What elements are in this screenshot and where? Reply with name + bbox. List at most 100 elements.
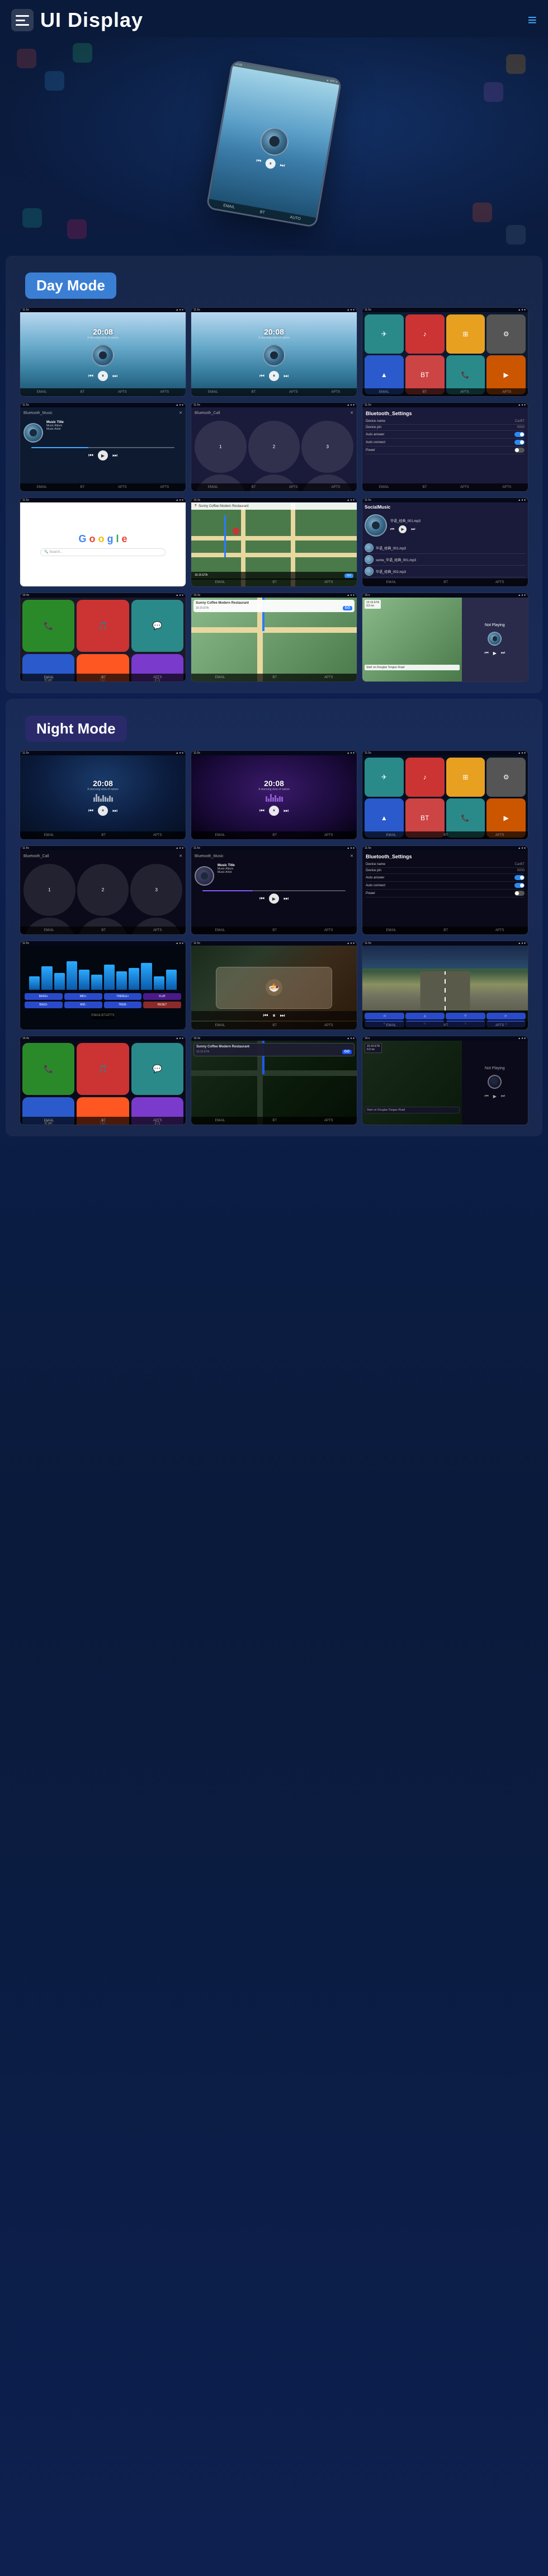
google-search-bar[interactable]: 🔍 Search... xyxy=(40,548,166,556)
lm-next[interactable]: ⏭ xyxy=(411,527,415,532)
power-toggle[interactable] xyxy=(514,448,525,453)
bt-play-btn[interactable]: ▶ xyxy=(98,450,108,460)
video-controls-bar[interactable]: ⏮ ⏸ ⏭ xyxy=(191,1011,357,1021)
night-auto-answer-toggle[interactable] xyxy=(514,875,525,880)
eq-btn-3[interactable]: TREBLE+ xyxy=(104,993,142,1000)
tablet-play-btn[interactable]: ⏸ xyxy=(264,158,276,170)
music-next-1[interactable]: ⏭ xyxy=(112,373,117,379)
app-photos[interactable]: ⊞ xyxy=(446,314,485,354)
road-ctrl-2[interactable]: △ xyxy=(405,1013,445,1019)
bt-music-controls[interactable]: ⏮ ▶ ⏭ xyxy=(23,450,182,460)
np-next[interactable]: ⏭ xyxy=(501,650,505,656)
lm-item-1[interactable]: 华语_经典_001.mp3 xyxy=(365,542,526,554)
lm-controls[interactable]: ⏮ ▶ ⏭ xyxy=(390,525,421,533)
night-np-next[interactable]: ⏭ xyxy=(501,1093,505,1099)
night-bt-play[interactable]: ▶ xyxy=(269,894,279,904)
night-dialpad[interactable]: 1 2 3 4 5 6 7 8 9 * 0 # xyxy=(23,864,182,934)
menu-button[interactable] xyxy=(11,9,34,31)
night-dial-3[interactable]: 3 xyxy=(130,864,182,916)
music-prev-2[interactable]: ⏮ xyxy=(259,373,264,379)
app-music[interactable]: ♪ xyxy=(405,314,445,354)
status-bar-cp2: 16:3x ▲ ● ● xyxy=(191,593,357,598)
eq-btn-6[interactable]: MID- xyxy=(64,1002,102,1008)
night-go-btn[interactable]: GO xyxy=(342,1050,352,1054)
night-dial-2[interactable]: 2 xyxy=(77,864,129,916)
nav-icon[interactable]: ≡ xyxy=(528,11,537,29)
tab-bt[interactable]: BT xyxy=(259,210,265,215)
app-telegram[interactable]: ✈ xyxy=(365,314,404,354)
music-prev-1[interactable]: ⏮ xyxy=(88,373,93,379)
night-app-3[interactable]: ⊞ xyxy=(446,758,485,797)
cp-app-phone[interactable]: 📞 xyxy=(22,600,74,652)
eq-btn-7[interactable]: TREB- xyxy=(104,1002,142,1008)
lm-item-3[interactable]: 华语_经典_002.mp3 xyxy=(365,566,526,577)
road-ctrl-4[interactable]: ▷ xyxy=(486,1013,526,1019)
road-ctrl-1[interactable]: ◁ xyxy=(365,1013,404,1019)
dial-2[interactable]: 2 xyxy=(248,421,300,473)
tablet-prev-btn[interactable]: ⏮ xyxy=(256,158,262,164)
video-prev[interactable]: ⏮ xyxy=(263,1013,268,1019)
music-play-1[interactable]: ⏸ xyxy=(98,371,108,381)
auto-answer-toggle[interactable] xyxy=(514,432,525,437)
app-settings[interactable]: ⚙ xyxy=(486,314,526,354)
np-play[interactable]: ▶ xyxy=(493,651,497,656)
night-bt-progress[interactable] xyxy=(202,890,346,891)
night-bt-next[interactable]: ⏭ xyxy=(284,896,289,902)
night-power-toggle[interactable] xyxy=(514,891,525,896)
music-next-2[interactable]: ⏭ xyxy=(284,373,289,379)
lm-item-2[interactable]: some_华语_经典_001.mp3 xyxy=(365,554,526,566)
eq-btn-4[interactable]: FLAT xyxy=(143,993,181,1000)
night-np-prev[interactable]: ⏮ xyxy=(485,1093,489,1099)
music-controls-1[interactable]: ⏮ ⏸ ⏭ xyxy=(88,371,117,381)
night-play-1[interactable]: ⏸ xyxy=(98,806,108,816)
night-auto-connect-toggle[interactable] xyxy=(514,883,525,888)
bt-music-progress[interactable] xyxy=(31,447,174,448)
np-controls[interactable]: ⏮ ▶ ⏭ xyxy=(485,650,506,656)
night-cp-music[interactable]: 🎵 xyxy=(77,1043,129,1095)
night-app-2[interactable]: ♪ xyxy=(405,758,445,797)
night-np-play[interactable]: ▶ xyxy=(493,1094,497,1099)
eq-btn-5[interactable]: BASS- xyxy=(25,1002,63,1008)
go-button[interactable]: GO xyxy=(343,606,352,610)
night-dial-1[interactable]: 1 xyxy=(23,864,75,916)
cp-app-messages[interactable]: 💬 xyxy=(131,600,183,652)
tab-auto[interactable]: AUTO xyxy=(290,215,301,221)
night-cp-phone[interactable]: 📞 xyxy=(22,1043,74,1095)
tab-email[interactable]: EMAIL xyxy=(223,204,235,210)
dialpad-grid[interactable]: 1 2 3 4 5 6 7 8 9 * 0 # xyxy=(195,421,353,491)
night-bt-prev[interactable]: ⏮ xyxy=(259,896,264,902)
road-ctrl-3[interactable]: ▽ xyxy=(446,1013,485,1019)
night-cp-messages[interactable]: 💬 xyxy=(131,1043,183,1095)
night-app-1[interactable]: ✈ xyxy=(365,758,404,797)
night-prev-2[interactable]: ⏮ xyxy=(259,808,264,814)
lm-play[interactable]: ▶ xyxy=(399,525,407,533)
bt-next-btn[interactable]: ⏭ xyxy=(112,453,117,459)
video-next[interactable]: ⏭ xyxy=(280,1013,285,1019)
lm-prev[interactable]: ⏮ xyxy=(390,527,394,532)
dial-1[interactable]: 1 xyxy=(195,421,247,473)
eq-btn-8[interactable]: RESET xyxy=(143,1002,181,1008)
auto-connect-toggle[interactable] xyxy=(514,440,525,445)
night-bt-controls[interactable]: ⏮ ▶ ⏭ xyxy=(195,894,353,904)
music-play-2[interactable]: ⏸ xyxy=(269,371,279,381)
eq-btn-1[interactable]: BASS+ xyxy=(25,993,63,1000)
night-next-1[interactable]: ⏭ xyxy=(112,808,117,814)
cp-app-music[interactable]: 🎵 xyxy=(77,600,129,652)
night-play-2[interactable]: ⏸ xyxy=(269,806,279,816)
music-controls-2[interactable]: ⏮ ⏸ ⏭ xyxy=(259,371,289,381)
night-prev-1[interactable]: ⏮ xyxy=(88,808,93,814)
bt-prev-btn[interactable]: ⏮ xyxy=(88,453,93,459)
tablet-controls[interactable]: ⏮ ⏸ ⏭ xyxy=(256,156,286,171)
map-go-btn[interactable]: GO xyxy=(344,574,353,578)
eq-btn-2[interactable]: MID+ xyxy=(64,993,102,1000)
night-next-2[interactable]: ⏭ xyxy=(284,808,289,814)
night-controls-2[interactable]: ⏮ ⏸ ⏭ xyxy=(259,806,289,816)
night-app-4[interactable]: ⚙ xyxy=(486,758,526,797)
np-prev[interactable]: ⏮ xyxy=(485,650,489,656)
video-play[interactable]: ⏸ xyxy=(273,1013,276,1019)
dial-3[interactable]: 3 xyxy=(301,421,353,473)
night-controls-1[interactable]: ⏮ ⏸ ⏭ xyxy=(88,806,117,816)
night-np-controls[interactable]: ⏮ ▶ ⏭ xyxy=(485,1093,506,1099)
night-bt-progress-fill xyxy=(202,890,252,891)
tablet-next-btn[interactable]: ⏭ xyxy=(280,162,286,168)
